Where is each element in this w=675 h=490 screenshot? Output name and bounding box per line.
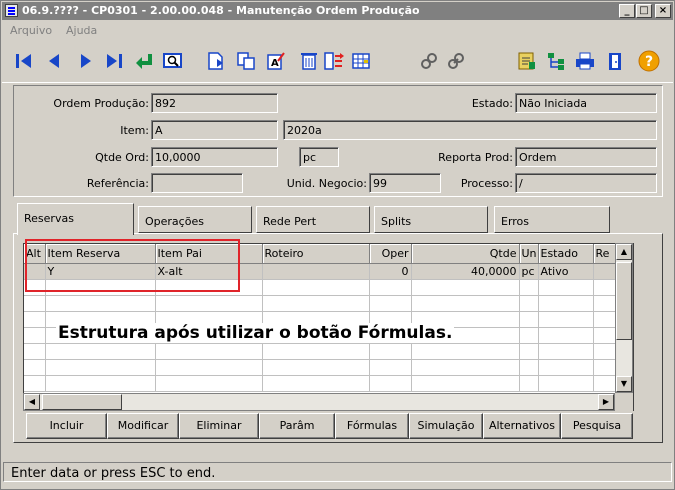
title-bar: 06.9.???? - CP0301 - 2.00.00.048 - Manut… (2, 2, 673, 20)
tab-rede-pert[interactable]: Rede Pert (256, 206, 370, 233)
tab-erros-label: Erros (501, 215, 530, 228)
qtde-unit-field: pc (299, 147, 339, 167)
edit-icon[interactable]: A (265, 50, 287, 72)
tab-operacoes-label: Operações (145, 215, 204, 228)
menu-arquivo[interactable]: Arquivo (10, 24, 52, 37)
vertical-scrollbar[interactable]: ▲ ▼ (615, 243, 633, 393)
maximize-button[interactable]: □ (636, 4, 652, 18)
cell-re (593, 263, 617, 280)
tab-splits-label: Splits (381, 215, 412, 228)
app-icon (5, 4, 18, 17)
tab-reservas-label: Reservas (24, 212, 74, 225)
horizontal-scrollbar[interactable]: ◀ ▶ (23, 393, 615, 411)
next-record-icon[interactable] (75, 50, 97, 72)
cell-oper: 0 (369, 263, 412, 280)
processo-field[interactable]: / (515, 173, 657, 193)
report-icon[interactable] (516, 50, 538, 72)
processo-label: Processo: (460, 177, 513, 190)
table-row-empty (24, 375, 617, 392)
unid-negocio-label: Unid. Negocio: (286, 177, 367, 190)
swap-icon[interactable] (323, 50, 345, 72)
cell-qtde: 40,0000 (411, 263, 520, 280)
col-qtde[interactable]: Qtde (411, 244, 520, 264)
chain-icon[interactable] (445, 50, 467, 72)
formulas-button[interactable]: Fórmulas (335, 413, 409, 439)
annotation-caption: Estrutura após utilizar o botão Fórmulas… (56, 323, 455, 343)
col-re[interactable]: Re (593, 244, 617, 264)
menu-ajuda[interactable]: Ajuda (66, 24, 97, 37)
table-row-empty (24, 295, 617, 312)
tab-splits[interactable]: Splits (374, 206, 488, 233)
help-icon[interactable]: ? (638, 50, 660, 72)
qtde-ord-field[interactable]: 10,0000 (151, 147, 278, 167)
copy-icon[interactable] (235, 50, 257, 72)
col-un[interactable]: Un (519, 244, 539, 264)
modificar-button[interactable]: Modificar (107, 413, 179, 439)
menu-bar: Arquivo Ajuda (2, 21, 673, 39)
new-icon[interactable] (205, 50, 227, 72)
svg-text:?: ? (645, 54, 653, 70)
last-record-icon[interactable] (103, 50, 125, 72)
ordem-producao-label: Ordem Produção: (53, 97, 149, 110)
table-row-empty (24, 359, 617, 376)
ordem-producao-field[interactable]: 892 (151, 93, 278, 113)
qtde-ord-label: Qtde Ord: (95, 151, 149, 164)
pesquisa-button[interactable]: Pesquisa (561, 413, 633, 439)
window-title: 06.9.???? - CP0301 - 2.00.00.048 - Manut… (22, 4, 420, 17)
horizontal-scroll-thumb[interactable] (42, 394, 122, 410)
tab-rede-pert-label: Rede Pert (263, 215, 317, 228)
delete-icon[interactable] (298, 50, 320, 72)
col-roteiro[interactable]: Roteiro (262, 244, 370, 264)
unid-negocio-field[interactable]: 99 (369, 173, 441, 193)
incluir-button[interactable]: Incluir (26, 413, 107, 439)
cell-un: pc (519, 263, 539, 280)
estado-field[interactable]: Não Iniciada (515, 93, 657, 113)
estado-label: Estado: (471, 97, 513, 110)
param-button[interactable]: Parâm (259, 413, 335, 439)
vertical-scroll-thumb[interactable] (616, 262, 632, 340)
tree-icon[interactable] (545, 50, 567, 72)
scrollbar-corner (615, 393, 633, 411)
col-estado[interactable]: Estado (538, 244, 594, 264)
previous-record-icon[interactable] (43, 50, 65, 72)
link-icon[interactable] (418, 50, 440, 72)
reporta-prod-field[interactable]: Ordem (515, 147, 657, 167)
tab-operacoes[interactable]: Operações (138, 206, 252, 233)
item-label: Item: (120, 124, 149, 137)
item-field[interactable]: A (151, 120, 278, 140)
grid-icon[interactable] (350, 50, 372, 72)
status-bar: Enter data or press ESC to end. (3, 462, 672, 482)
item-description-field: 2020a (283, 120, 657, 140)
exit-icon[interactable] (604, 50, 626, 72)
cell-estado: Ativo (538, 263, 594, 280)
tab-erros[interactable]: Erros (494, 206, 610, 233)
scroll-left-icon[interactable]: ◀ (24, 394, 40, 410)
return-icon[interactable] (133, 50, 155, 72)
toolbar: A ? (2, 41, 673, 83)
alternativos-button[interactable]: Alternativos (483, 413, 561, 439)
scroll-right-icon[interactable]: ▶ (598, 394, 614, 410)
table-row-empty (24, 343, 617, 360)
red-highlight-box (25, 239, 240, 292)
scroll-up-icon[interactable]: ▲ (616, 244, 632, 260)
reporta-prod-label: Reporta Prod: (438, 151, 513, 164)
zoom-icon[interactable] (162, 50, 184, 72)
minimize-button[interactable]: _ (619, 4, 635, 18)
close-button[interactable]: × (655, 4, 671, 18)
referencia-label: Referência: (86, 177, 149, 190)
referencia-field[interactable] (151, 173, 243, 193)
tab-reservas[interactable]: Reservas (17, 203, 134, 235)
simulacao-button[interactable]: Simulação (409, 413, 483, 439)
main-window: 06.9.???? - CP0301 - 2.00.00.048 - Manut… (0, 0, 675, 490)
cell-roteiro (262, 263, 370, 280)
first-record-icon[interactable] (13, 50, 35, 72)
eliminar-button[interactable]: Eliminar (179, 413, 259, 439)
col-oper[interactable]: Oper (369, 244, 412, 264)
print-icon[interactable] (574, 50, 596, 72)
scroll-down-icon[interactable]: ▼ (616, 376, 632, 392)
